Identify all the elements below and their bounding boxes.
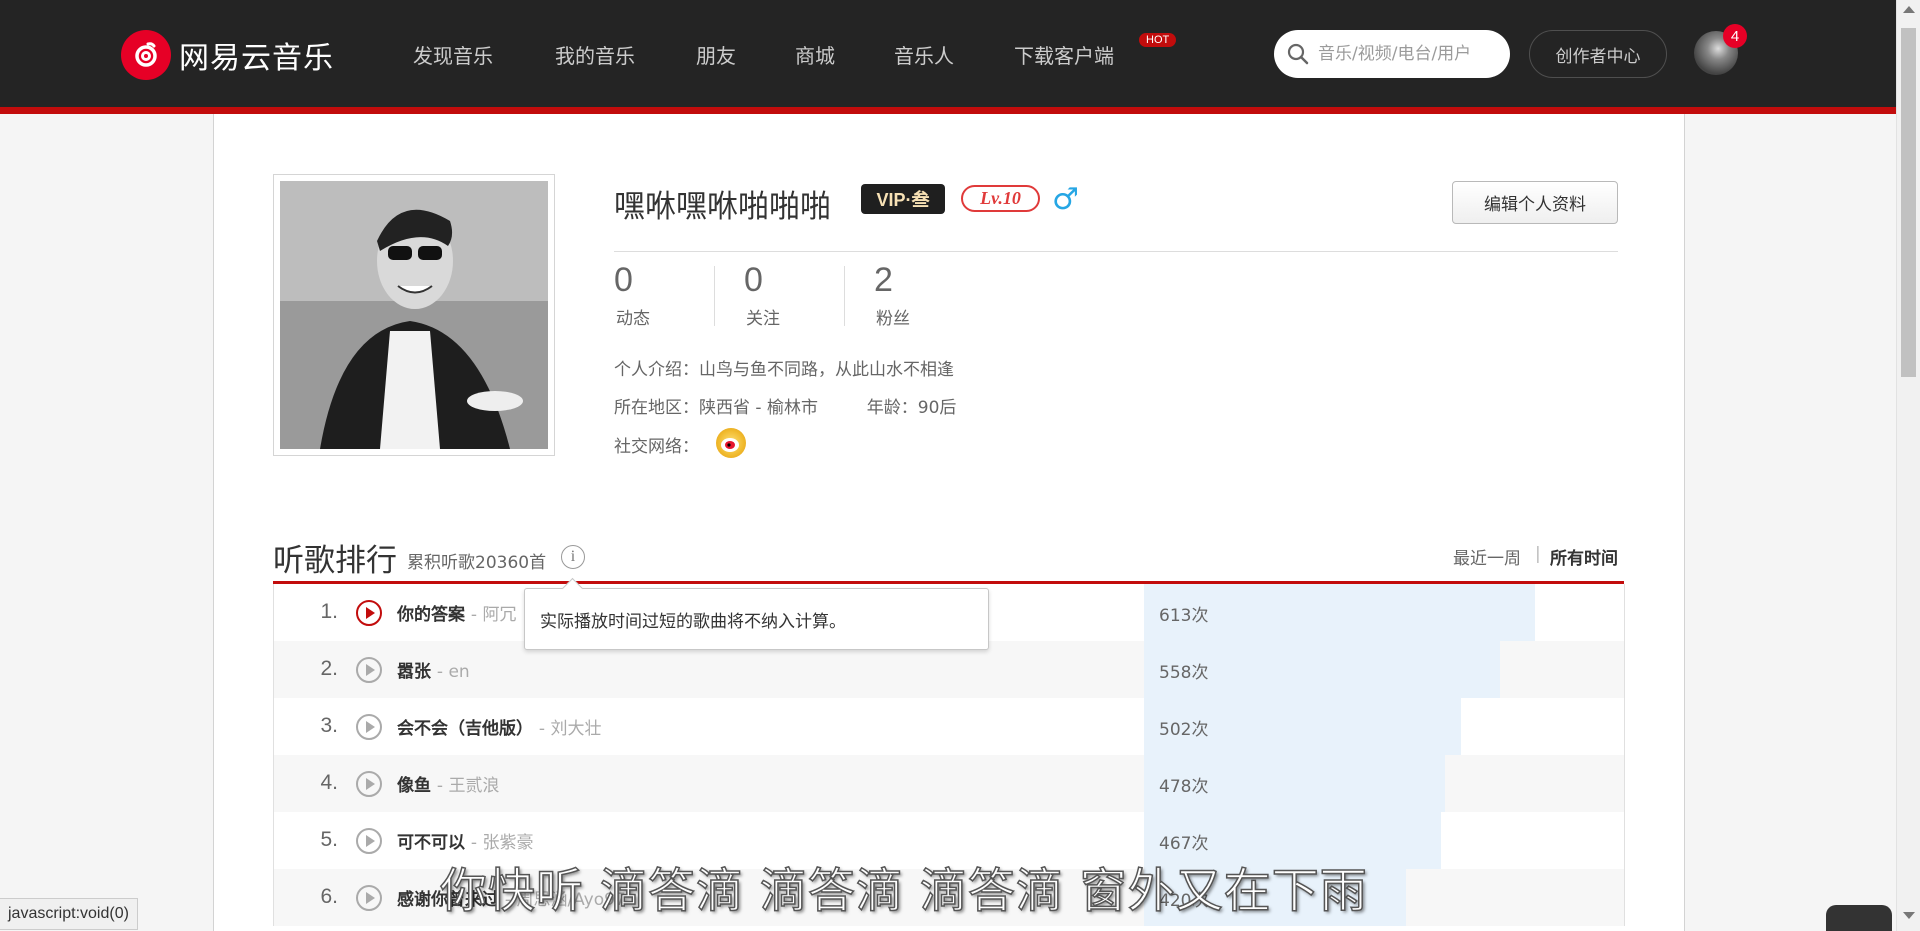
artist-name[interactable]: - 刘大壮 [539, 719, 602, 739]
vip-badge-label: VIP·叁 [876, 190, 930, 210]
browser-status-bar: javascript:void(0) [0, 898, 138, 930]
ranking-title: 听歌排行 [273, 543, 397, 579]
play-count: 502次 [1159, 720, 1209, 740]
age-text: 90后 [917, 398, 957, 418]
play-count: 613次 [1159, 606, 1209, 626]
song-title[interactable]: 可不可以 - 张紫豪 [397, 828, 533, 853]
stat-events-label[interactable]: 动态 [616, 304, 650, 329]
bio-line: 个人介绍：山鸟与鱼不同路，从此山水不相逢 [614, 355, 954, 380]
creator-center-button[interactable]: 创作者中心 [1529, 30, 1667, 78]
video-subtitle: 你快听 滴答滴 滴答滴 滴答滴 窗外又在下雨 [439, 863, 1368, 920]
bio-text: 山鸟与鱼不同路，从此山水不相逢 [699, 360, 954, 380]
artist-name[interactable]: - 王贰浪 [437, 776, 500, 796]
period-all-time-tab[interactable]: 所有时间 [1550, 544, 1618, 569]
notification-badge: 4 [1723, 24, 1747, 48]
top-navigation-bar: 网易云音乐 发现音乐 我的音乐 朋友 商城 音乐人 下载客户端 HOT 创作者中… [0, 0, 1896, 107]
search-box[interactable] [1274, 30, 1510, 78]
song-name[interactable]: 会不会（吉他版） [397, 719, 533, 739]
bio-label: 个人介绍： [614, 360, 699, 380]
nav-friends[interactable]: 朋友 [696, 40, 736, 69]
nav-discover[interactable]: 发现音乐 [413, 40, 493, 69]
stat-events-count[interactable]: 0 [614, 261, 633, 300]
stat-following-count[interactable]: 0 [744, 261, 763, 300]
rank-number: 6. [320, 885, 338, 908]
play-count: 467次 [1159, 834, 1209, 854]
age-label: 年龄： [866, 398, 918, 418]
social-line: 社交网络： [614, 432, 699, 457]
scroll-up-arrow-icon[interactable] [1903, 6, 1915, 13]
edit-profile-button[interactable]: 编辑个人资料 [1452, 181, 1618, 224]
netease-music-logo-icon [121, 30, 171, 80]
stat-followers-label[interactable]: 粉丝 [876, 304, 910, 329]
logo[interactable]: 网易云音乐 [121, 30, 334, 80]
nav-mall[interactable]: 商城 [795, 40, 835, 69]
play-icon[interactable] [356, 714, 382, 740]
search-icon [1287, 43, 1309, 65]
weibo-icon[interactable] [716, 428, 746, 458]
nav-musician[interactable]: 音乐人 [894, 40, 954, 69]
stat-separator [714, 266, 715, 326]
profile-divider [614, 251, 1618, 252]
hot-badge: HOT [1139, 33, 1177, 47]
nav-download-client[interactable]: 下载客户端 [1014, 40, 1114, 69]
play-icon[interactable] [356, 828, 382, 854]
artist-name[interactable]: - 阿冗 [471, 605, 517, 625]
rank-number: 2. [320, 657, 338, 680]
play-icon[interactable] [356, 600, 382, 626]
stat-separator [844, 266, 845, 326]
rank-number: 1. [320, 600, 338, 623]
period-last-week-tab[interactable]: 最近一周 [1453, 544, 1521, 569]
song-name[interactable]: 像鱼 [397, 776, 431, 796]
play-icon[interactable] [356, 885, 382, 911]
stat-following-label[interactable]: 关注 [746, 304, 780, 329]
scroll-down-arrow-icon[interactable] [1903, 912, 1915, 919]
info-icon-glyph: i [570, 548, 576, 565]
vip-badge[interactable]: VIP·叁 [861, 184, 945, 214]
logo-text: 网易云音乐 [179, 41, 334, 76]
ranking-row[interactable]: 3. 会不会（吉他版） - 刘大壮 502次 [274, 698, 1624, 755]
profile-photo [280, 181, 548, 449]
player-lock-tab[interactable] [1826, 905, 1892, 931]
song-title[interactable]: 会不会（吉他版） - 刘大壮 [397, 714, 601, 739]
song-name[interactable]: 嚣张 [397, 662, 431, 682]
song-name[interactable]: 你的答案 [397, 605, 465, 625]
region-label: 所在地区： [614, 398, 699, 418]
play-icon[interactable] [356, 771, 382, 797]
song-title[interactable]: 你的答案 - 阿冗 [397, 600, 516, 625]
info-icon[interactable]: i [561, 545, 585, 569]
male-gender-icon: ♂ [1052, 182, 1079, 217]
social-label: 社交网络： [614, 437, 699, 457]
play-icon[interactable] [356, 657, 382, 683]
profile-photo-frame [273, 174, 555, 456]
song-title[interactable]: 像鱼 - 王贰浪 [397, 771, 499, 796]
song-title[interactable]: 嚣张 - en [397, 657, 470, 682]
song-name[interactable]: 可不可以 [397, 833, 465, 853]
top-red-divider [0, 107, 1896, 114]
scroll-thumb[interactable] [1901, 28, 1916, 377]
artist-name[interactable]: - en [437, 662, 470, 682]
level-label: Lv.10 [980, 188, 1021, 208]
info-tooltip: 实际播放时间过短的歌曲将不纳入计算。 [524, 588, 989, 650]
ranking-total: 累积听歌20360首 [407, 553, 547, 573]
rank-number: 4. [320, 771, 338, 794]
region-line: 所在地区：陕西省 - 榆林市 年龄：90后 [614, 393, 956, 418]
ranking-row[interactable]: 4. 像鱼 - 王贰浪 478次 [274, 755, 1624, 812]
username: 嘿咻嘿咻啪啪啪 [614, 189, 831, 225]
search-input[interactable] [1318, 42, 1498, 66]
stat-followers-count[interactable]: 2 [874, 261, 893, 300]
vertical-scrollbar[interactable] [1896, 0, 1920, 931]
play-count: 478次 [1159, 777, 1209, 797]
play-count: 558次 [1159, 663, 1209, 683]
rank-number: 3. [320, 714, 338, 737]
region-text: 陕西省 - 榆林市 [699, 398, 818, 418]
artist-name[interactable]: - 张紫豪 [471, 833, 534, 853]
level-badge[interactable]: Lv.10 [961, 185, 1040, 212]
nav-my-music[interactable]: 我的音乐 [555, 40, 635, 69]
rank-number: 5. [320, 828, 338, 851]
period-separator: | [1535, 544, 1541, 564]
